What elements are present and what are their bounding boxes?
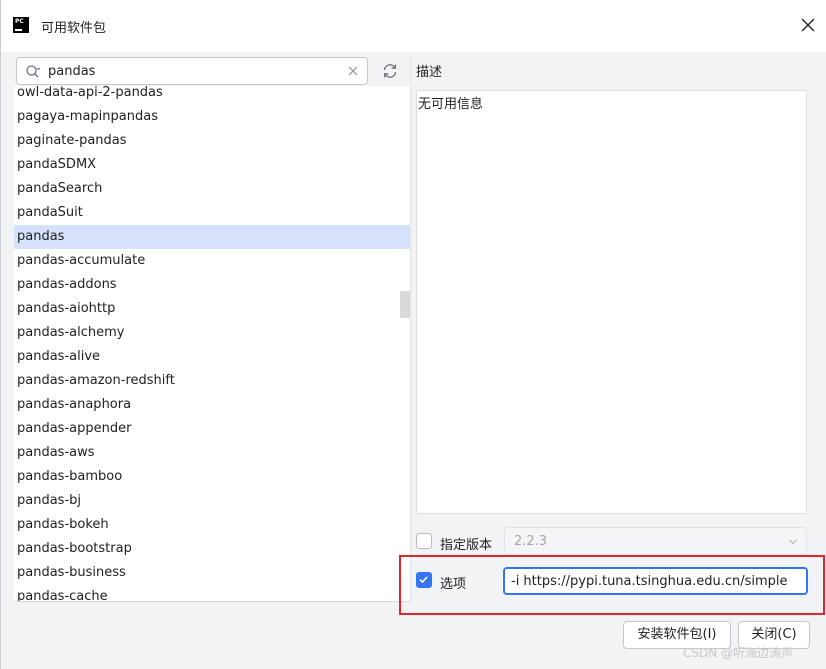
package-list-item[interactable]: pandas-addons [14,273,410,297]
package-list-item[interactable]: pandas-aiohttp [14,297,410,321]
pycharm-logo-icon: PC [13,17,29,33]
package-list-item[interactable]: pandas-aws [14,441,410,465]
package-list-item[interactable]: pandas-cache [14,585,410,602]
package-list-item[interactable]: pandas-bokeh [14,513,410,537]
package-list-item[interactable]: pandas-business [14,561,410,585]
package-list-item[interactable]: pandas [14,225,410,249]
chevron-down-icon [789,539,797,545]
dialog-title: 可用软件包 [41,21,107,36]
search-input[interactable] [48,61,338,81]
list-divider [14,601,410,602]
scrollbar-thumb[interactable] [400,291,410,318]
package-list-item[interactable]: pandas-bamboo [14,465,410,489]
options-input[interactable] [503,567,808,595]
search-box[interactable] [16,57,368,85]
package-list[interactable]: owl-data-api-2-pandas pagaya-mapinpandas p… [14,86,410,602]
package-list-item[interactable]: pandaSDMX [14,153,410,177]
watermark: CSDN @听海边涛声 [683,646,794,660]
package-list-item[interactable]: pandas-alchemy [14,321,410,345]
options-checkbox[interactable] [416,572,432,588]
specify-version-label: 指定版本 [440,538,493,553]
options-label: 选项 [440,577,467,592]
package-list-item[interactable]: pandas-appender [14,417,410,441]
version-select: 2.2.3 [504,527,807,555]
version-value: 2.2.3 [514,534,548,549]
search-icon[interactable] [25,64,41,80]
available-packages-dialog: PC 可用软件包 owl-data-api-2-pandaspagaya-map… [0,0,826,669]
package-list-item[interactable]: pandas-bootstrap [14,537,410,561]
checkmark-icon [419,576,428,584]
package-list-item[interactable]: owl-data-api-2-pandas [14,86,410,105]
description-text: 无可用信息 [418,97,484,112]
specify-version-checkbox[interactable] [416,533,432,549]
panel-divider[interactable] [410,56,411,604]
package-list-item[interactable]: pandas-alive [14,345,410,369]
package-list-item[interactable]: pandaSearch [14,177,410,201]
package-list-item[interactable]: pandas-anaphora [14,393,410,417]
package-list-item[interactable]: pandaSuit [14,201,410,225]
description-label: 描述 [416,65,443,80]
package-list-item[interactable]: pandas-amazon-redshift [14,369,410,393]
description-box: 无可用信息 [416,90,807,514]
package-list-item[interactable]: pandas-accumulate [14,249,410,273]
refresh-icon[interactable] [381,62,399,80]
package-list-item[interactable]: pagaya-mapinpandas [14,105,410,129]
package-list-item[interactable]: pandas-bj [14,489,410,513]
close-icon[interactable] [799,16,817,34]
package-list-item[interactable]: paginate-pandas [14,129,410,153]
clear-icon[interactable] [347,65,359,77]
title-bar: PC 可用软件包 [1,0,826,52]
